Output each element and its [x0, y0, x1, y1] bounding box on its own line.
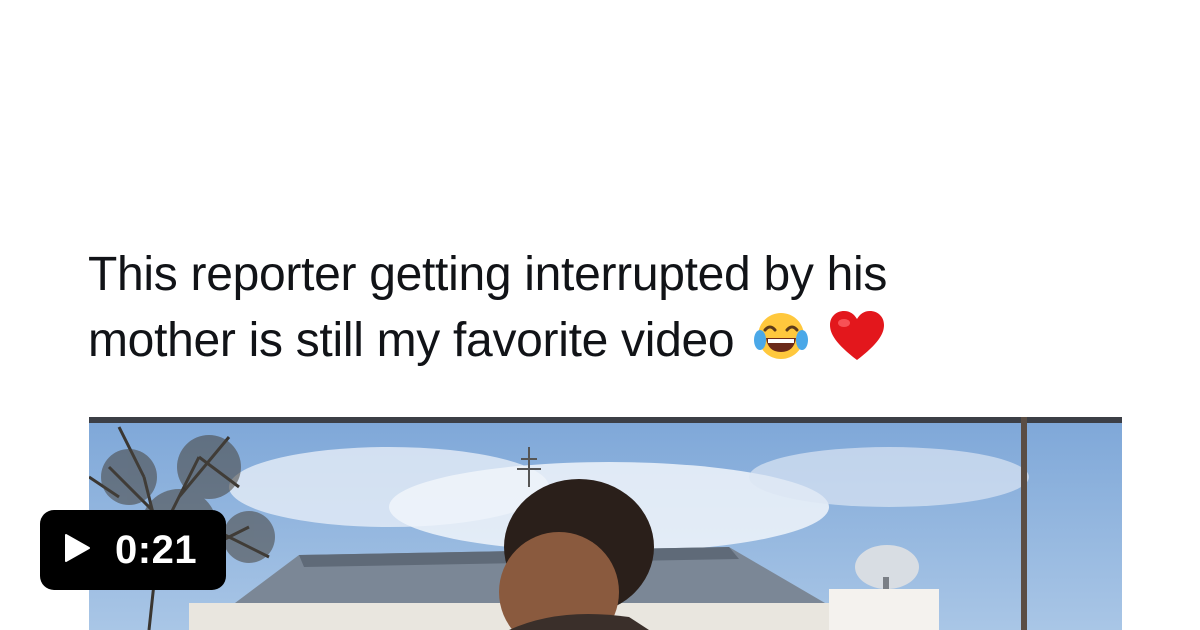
- tears-of-joy-icon: [753, 310, 809, 380]
- tweet-text-line-2: mother is still my favorite video: [88, 308, 1128, 380]
- video-duration-badge[interactable]: 0:21: [40, 510, 226, 590]
- play-icon[interactable]: [63, 533, 91, 568]
- tweet-text-line-1: This reporter getting interrupted by his: [88, 248, 888, 301]
- video-duration: 0:21: [115, 527, 198, 572]
- tweet-text: This reporter getting interrupted by his…: [88, 242, 1128, 380]
- tweet-text-line-2-text: mother is still my favorite video: [88, 314, 735, 367]
- red-heart-icon: [828, 310, 886, 380]
- video-scene: [89, 417, 1122, 630]
- video-thumbnail[interactable]: [89, 417, 1122, 630]
